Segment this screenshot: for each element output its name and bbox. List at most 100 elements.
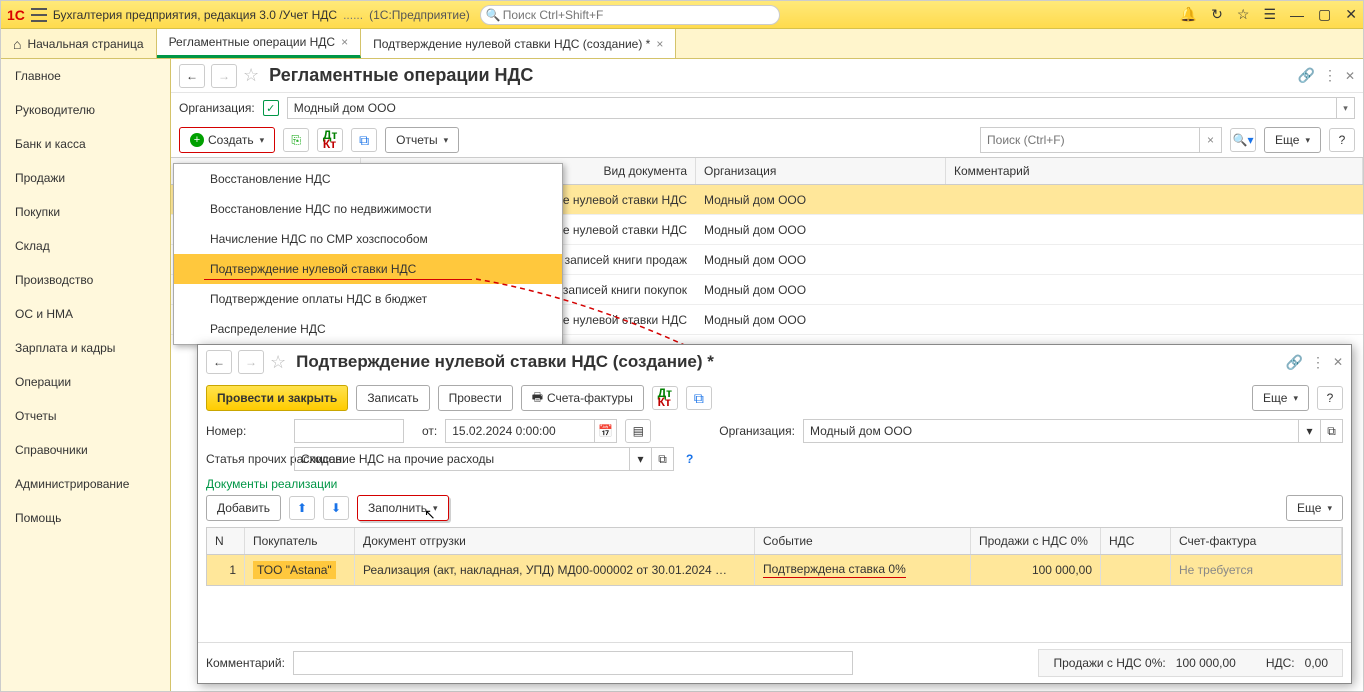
org-field[interactable]: Модный дом ООО	[803, 419, 1299, 443]
more-button[interactable]: Еще	[1264, 127, 1321, 153]
add-button[interactable]: Добавить	[206, 495, 281, 521]
comment-field[interactable]	[293, 651, 853, 675]
minimize-icon[interactable]: —	[1290, 7, 1304, 23]
menu-item[interactable]: Подтверждение оплаты НДС в бюджет	[174, 284, 562, 314]
sidebar-item[interactable]: Продажи	[1, 161, 170, 195]
org-field[interactable]: Модный дом ООО	[287, 97, 1337, 119]
structure-button[interactable]: ⧉	[686, 386, 712, 410]
link-icon[interactable]: 🔗	[1298, 67, 1315, 84]
date-field[interactable]: 15.02.2024 0:00:00	[445, 419, 595, 443]
kebab-icon[interactable]: ⋮	[1323, 67, 1337, 84]
tab-close-icon[interactable]: ×	[341, 35, 348, 49]
checkbox-org[interactable]: ✓	[263, 100, 279, 116]
tab-reg-ops[interactable]: Регламентные операции НДС ×	[157, 29, 362, 58]
dropdown-icon[interactable]: ▾	[1299, 419, 1321, 443]
col-nds[interactable]: НДС	[1101, 528, 1171, 554]
help-hint-icon[interactable]: ?	[686, 452, 693, 466]
menu-item[interactable]: Начисление НДС по СМР хозспособом	[174, 224, 562, 254]
structure-button[interactable]: ⧉	[351, 128, 377, 152]
move-up-icon[interactable]: ⬆	[289, 496, 315, 520]
fill-button[interactable]: Заполнить ↖	[357, 495, 448, 521]
cell-event: Подтверждена ставка 0%	[755, 555, 971, 585]
table-row[interactable]: 1 ТОО "Astana" Реализация (акт, накладна…	[207, 555, 1342, 585]
main-menu-icon[interactable]	[31, 8, 47, 22]
sidebar-item[interactable]: Главное	[1, 59, 170, 93]
cell-n: 1	[207, 555, 245, 585]
settings-icon[interactable]: ☰	[1263, 6, 1276, 23]
calendar-icon[interactable]: 📅	[595, 419, 617, 443]
write-button[interactable]: Записать	[356, 385, 429, 411]
favorite-star-icon[interactable]: ☆	[243, 65, 259, 86]
help-button[interactable]: ?	[1317, 386, 1343, 410]
menu-item-highlighted[interactable]: Подтверждение нулевой ставки НДС	[174, 254, 562, 284]
menu-item[interactable]: Восстановление НДС	[174, 164, 562, 194]
create-button[interactable]: + Создать	[179, 127, 275, 153]
invoices-button[interactable]: 🖶Счета-фактуры	[521, 385, 644, 411]
org-dropdown-icon[interactable]: ▾	[1337, 97, 1355, 119]
open-icon[interactable]: ⧉	[652, 447, 674, 471]
move-down-icon[interactable]: ⬇	[323, 496, 349, 520]
col-sum[interactable]: Продажи с НДС 0%	[971, 528, 1101, 554]
post-and-close-button[interactable]: Провести и закрыть	[206, 385, 348, 411]
kebab-icon[interactable]: ⋮	[1311, 354, 1325, 371]
global-search[interactable]: 🔍	[480, 5, 780, 25]
close-page-icon[interactable]: ✕	[1345, 69, 1355, 83]
col-n[interactable]: N	[207, 528, 245, 554]
list-search[interactable]: ×	[980, 127, 1222, 153]
nav-forward-icon[interactable]: →	[238, 350, 264, 374]
sidebar-item[interactable]: Склад	[1, 229, 170, 263]
sidebar-item[interactable]: Покупки	[1, 195, 170, 229]
menu-icon[interactable]: ▤	[625, 419, 651, 443]
menu-item[interactable]: Распределение НДС	[174, 314, 562, 344]
open-icon[interactable]: ⧉	[1321, 419, 1343, 443]
article-label: Статья прочих расходов:	[206, 453, 286, 466]
close-window-icon[interactable]: ✕	[1333, 355, 1343, 369]
global-search-input[interactable]	[480, 5, 780, 25]
sidebar-item[interactable]: Отчеты	[1, 399, 170, 433]
col-doc[interactable]: Документ отгрузки	[355, 528, 755, 554]
sidebar-item[interactable]: Администрирование	[1, 467, 170, 501]
tab-confirm-zero[interactable]: Подтверждение нулевой ставки НДС (создан…	[361, 29, 676, 58]
sidebar-item[interactable]: Руководителю	[1, 93, 170, 127]
col-event[interactable]: Событие	[755, 528, 971, 554]
col-comment[interactable]: Комментарий	[946, 158, 1363, 184]
dtkt-button[interactable]: ДтКт	[317, 128, 343, 152]
help-button[interactable]: ?	[1329, 128, 1355, 152]
bell-icon[interactable]: 🔔	[1180, 6, 1197, 23]
menu-item[interactable]: Восстановление НДС по недвижимости	[174, 194, 562, 224]
nav-back-icon[interactable]: ←	[206, 350, 232, 374]
search-button[interactable]: 🔍▾	[1230, 128, 1256, 152]
number-field[interactable]	[294, 419, 404, 443]
copy-button[interactable]: ⎘	[283, 128, 309, 152]
nav-forward-icon[interactable]: →	[211, 64, 237, 88]
tab-close-icon[interactable]: ×	[656, 37, 663, 51]
reports-button[interactable]: Отчеты	[385, 127, 459, 153]
clear-search-icon[interactable]: ×	[1200, 127, 1222, 153]
sidebar-item[interactable]: Производство	[1, 263, 170, 297]
sidebar-item[interactable]: Банк и касса	[1, 127, 170, 161]
more-button[interactable]: Еще	[1252, 385, 1309, 411]
maximize-icon[interactable]: ▢	[1318, 6, 1331, 23]
link-icon[interactable]: 🔗	[1286, 354, 1303, 371]
article-field[interactable]: Списание НДС на прочие расходы	[294, 447, 630, 471]
history-icon[interactable]: ↻	[1211, 6, 1223, 23]
col-buyer[interactable]: Покупатель	[245, 528, 355, 554]
dtkt-button[interactable]: ДтКт	[652, 386, 678, 410]
nav-back-icon[interactable]: ←	[179, 64, 205, 88]
list-search-input[interactable]	[980, 127, 1200, 153]
col-org[interactable]: Организация	[696, 158, 946, 184]
sidebar-item[interactable]: ОС и НМА	[1, 297, 170, 331]
sidebar-item[interactable]: Помощь	[1, 501, 170, 535]
close-icon[interactable]: ✕	[1345, 6, 1357, 23]
sidebar-item[interactable]: Операции	[1, 365, 170, 399]
star-icon[interactable]: ☆	[1237, 6, 1250, 23]
col-sf[interactable]: Счет-фактура	[1171, 528, 1342, 554]
sidebar-item[interactable]: Справочники	[1, 433, 170, 467]
more-button[interactable]: Еще	[1286, 495, 1343, 521]
tab-home[interactable]: ⌂ Начальная страница	[1, 29, 157, 58]
favorite-star-icon[interactable]: ☆	[270, 352, 286, 373]
org-filter-row: Организация: ✓ Модный дом ООО ▾	[171, 93, 1363, 123]
sidebar-item[interactable]: Зарплата и кадры	[1, 331, 170, 365]
post-button[interactable]: Провести	[438, 385, 513, 411]
dropdown-icon[interactable]: ▾	[630, 447, 652, 471]
